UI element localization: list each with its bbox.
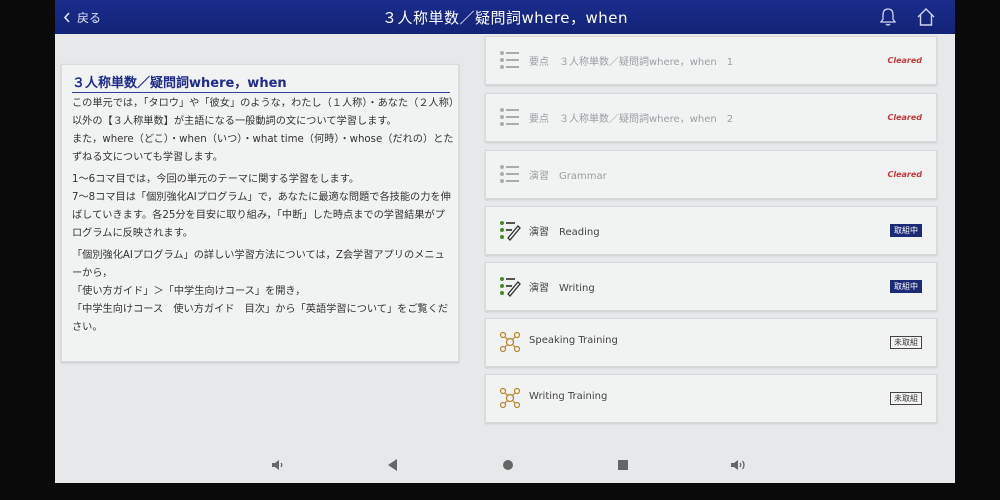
status-badge: 未取組 — [890, 392, 922, 405]
item-label: 演習 Writing — [529, 283, 595, 294]
list-icon — [500, 51, 519, 69]
home-icon[interactable] — [915, 6, 937, 28]
item-label: Speaking Training — [529, 335, 618, 346]
volume-up-icon[interactable] — [728, 455, 748, 475]
list-icon — [500, 165, 519, 183]
item-label: Writing Training — [529, 391, 608, 402]
lesson-paragraph: 1～6コマ目では，今回の単元のテーマに関する学習をします。 7～8コマ目は「個別… — [72, 174, 451, 239]
item-card-key-points-1[interactable]: 要点 ３人称単数／疑問詞where，when 1 Cleared — [485, 36, 937, 85]
lesson-paragraph: この単元では，「タロウ」や「彼女」のような，わたし（１人称）・あなた（２人称）以… — [72, 98, 455, 163]
network-icon — [499, 331, 521, 353]
home-circle-icon[interactable] — [498, 455, 518, 475]
network-icon — [499, 387, 521, 409]
status-badge: Cleared — [887, 170, 922, 179]
page-title: ３人称単数／疑問詞where，when — [381, 9, 629, 27]
item-card-speaking-training[interactable]: Speaking Training 未取組 — [485, 318, 937, 367]
item-label: 要点 ３人称単数／疑問詞where，when 1 — [529, 57, 734, 68]
volume-down-icon[interactable] — [268, 455, 288, 475]
status-badge: 未取組 — [890, 336, 922, 349]
item-card-grammar[interactable]: 演習 Grammar Cleared — [485, 150, 937, 199]
item-card-key-points-2[interactable]: 要点 ３人称単数／疑問詞where，when 2 Cleared — [485, 93, 937, 142]
status-badge: 取組中 — [890, 224, 922, 237]
bell-icon[interactable] — [877, 6, 899, 28]
item-card-writing-training[interactable]: Writing Training 未取組 — [485, 374, 937, 423]
top-bar: 戻る ３人称単数／疑問詞where，when — [55, 0, 955, 34]
lesson-body: この単元では，「タロウ」や「彼女」のような，わたし（１人称）・あなた（２人称）以… — [72, 95, 454, 341]
list-icon — [500, 108, 519, 126]
item-label: 要点 ３人称単数／疑問詞where，when 2 — [529, 114, 734, 125]
lesson-description-panel: ３人称単数／疑問詞where，when この単元では，「タロウ」や「彼女」のよう… — [61, 64, 459, 362]
status-badge: Cleared — [887, 56, 922, 65]
item-label: 演習 Grammar — [529, 171, 607, 182]
status-badge: Cleared — [887, 113, 922, 122]
app-screen: 戻る ３人称単数／疑問詞where，when ３人称単数／疑問詞where，wh… — [55, 0, 955, 483]
list-pencil-icon — [500, 277, 521, 297]
item-label: 演習 Reading — [529, 227, 600, 238]
lesson-title: ３人称単数／疑問詞where，when — [72, 72, 450, 93]
status-badge: 取組中 — [890, 280, 922, 293]
back-triangle-icon[interactable] — [383, 455, 403, 475]
item-card-writing[interactable]: 演習 Writing 取組中 — [485, 262, 937, 311]
recents-square-icon[interactable] — [613, 455, 633, 475]
item-card-reading[interactable]: 演習 Reading 取組中 — [485, 206, 937, 255]
system-navigation-bar — [55, 447, 955, 483]
list-pencil-icon — [500, 221, 521, 241]
lesson-paragraph: 「個別強化AIプログラム」の詳しい学習方法については，Z会学習アプリのメニューか… — [72, 250, 449, 333]
